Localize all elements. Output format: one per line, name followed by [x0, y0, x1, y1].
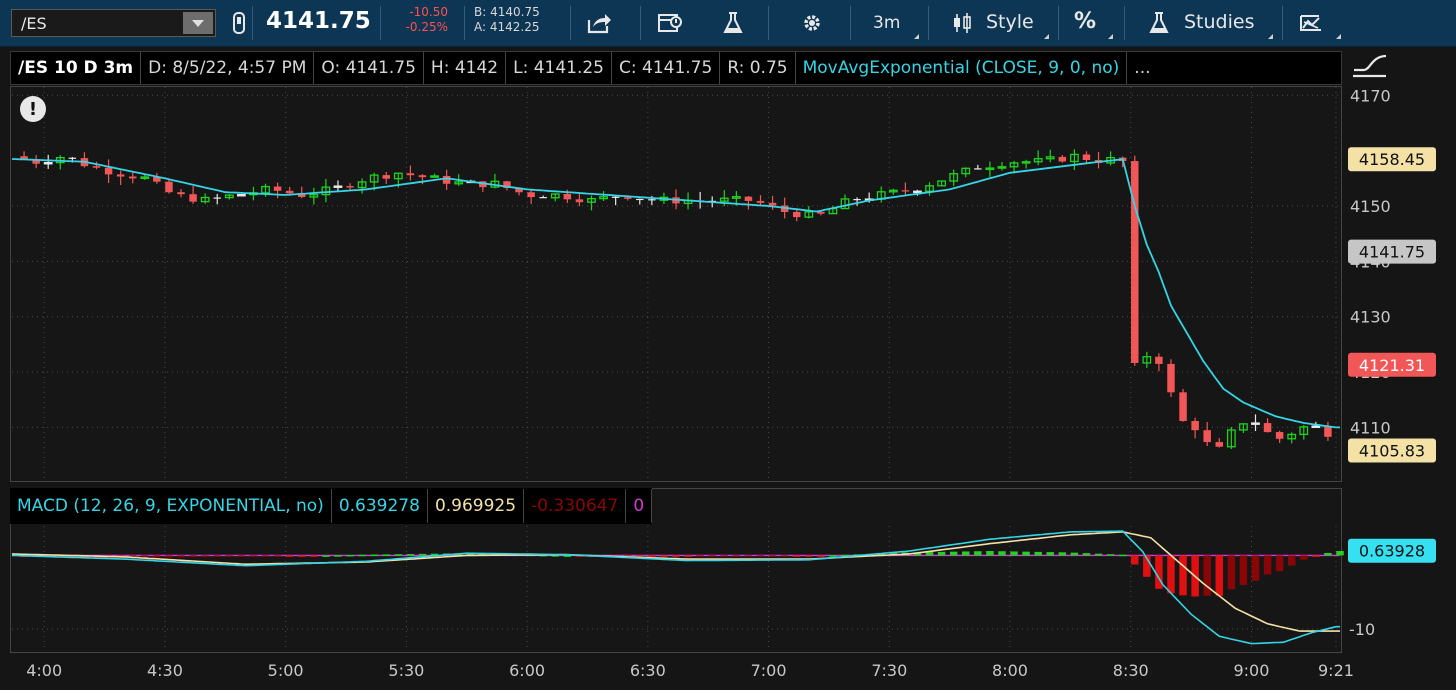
symbol-input[interactable]: /ES [11, 9, 216, 37]
bar-close: C: 4141.75 [612, 52, 721, 84]
price-bubble-bg [1348, 239, 1436, 264]
price-axis-label: 4170 [1350, 86, 1391, 105]
time-axis-label: 5:30 [388, 661, 424, 680]
candlestick-style-icon[interactable] [947, 8, 977, 38]
bid-price: B: 4140.75 [474, 5, 540, 19]
bar-high: H: 4142 [424, 52, 507, 84]
symbol-dropdown-button[interactable] [183, 12, 213, 34]
separator [640, 6, 641, 40]
separator [570, 6, 571, 40]
symbol-text: /ES [21, 14, 47, 33]
macd-diff: -0.330647 [524, 489, 627, 523]
bar-range: R: 0.75 [720, 52, 796, 84]
gear-icon[interactable] [797, 8, 827, 38]
price-bubble: 4121.31 [1348, 352, 1436, 377]
price-bubble: 4158.45 [1348, 147, 1436, 172]
net-change: -10.50 -0.25% [388, 5, 448, 35]
price-axis-label: 4150 [1350, 197, 1391, 216]
separator [464, 6, 465, 40]
ema-study-label[interactable]: MovAvgExponential (CLOSE, 9, 0, no) [796, 52, 1128, 84]
time-axis-label: 7:30 [871, 661, 907, 680]
price-axis-label: 4130 [1350, 308, 1391, 327]
separator [928, 6, 929, 40]
separator [1058, 6, 1059, 40]
macd-bubble: 0.63928 [1348, 538, 1436, 563]
price-axis-label: 4120 [1350, 363, 1391, 382]
price-bubble: 4141.75 [1348, 239, 1436, 264]
macd-avg: 0.969925 [428, 489, 525, 523]
time-axis-label: 7:00 [751, 661, 787, 680]
dropdown-corner-icon [1336, 34, 1341, 39]
share-icon[interactable] [585, 8, 615, 38]
dropdown-corner-icon [1268, 34, 1273, 39]
collapse-panel-icon[interactable] [1350, 50, 1390, 80]
separator [252, 6, 253, 40]
dropdown-corner-icon [914, 34, 919, 39]
studies-flask-icon[interactable] [1144, 8, 1174, 38]
price-bubble-bg [1348, 147, 1436, 172]
price-chart-panel[interactable] [10, 86, 1342, 482]
separator [768, 6, 769, 40]
studies-menu[interactable]: Studies [1184, 11, 1254, 33]
price-bubble-label: 4141.75 [1359, 243, 1425, 262]
macd-bubble-bg [1348, 538, 1436, 563]
toolbar: /ES 4141.75 -10.50 -0.25% B: 4140.75 A: … [0, 0, 1456, 47]
separator [1282, 6, 1283, 40]
price-bubble-label: 4158.45 [1359, 150, 1425, 169]
alert-icon[interactable]: ! [20, 96, 46, 122]
time-axis-label: 4:30 [147, 661, 183, 680]
flexible-grid-icon[interactable] [655, 8, 685, 38]
time-axis-label: 9:00 [1233, 661, 1269, 680]
bar-date: D: 8/5/22, 4:57 PM [141, 52, 315, 84]
macd-axis-label: -10 [1349, 620, 1375, 639]
chart-header: /ES 10 D 3m D: 8/5/22, 4:57 PM O: 4141.7… [10, 51, 1342, 85]
chevron-down-icon [192, 19, 204, 27]
price-bubble-label: 4121.31 [1359, 356, 1425, 375]
net-change-percent: -0.25% [405, 20, 448, 34]
drawings-icon[interactable] [1296, 8, 1326, 38]
bar-open: O: 4141.75 [314, 52, 424, 84]
macd-header: MACD (12, 26, 9, EXPONENTIAL, no) 0.6392… [10, 488, 653, 524]
time-axis-label: 5:00 [268, 661, 304, 680]
macd-title[interactable]: MACD (12, 26, 9, EXPONENTIAL, no) [10, 489, 332, 523]
dropdown-corner-icon [1044, 34, 1049, 39]
chart-title[interactable]: /ES 10 D 3m [11, 52, 142, 84]
timeframe-selector[interactable]: 3m [873, 13, 900, 33]
style-menu[interactable]: Style [986, 11, 1034, 33]
last-price: 4141.75 [266, 8, 371, 34]
separator [850, 6, 851, 40]
more-studies[interactable]: ... [1127, 52, 1157, 84]
time-axis-label: 6:00 [509, 661, 545, 680]
macd-zero: 0 [626, 489, 653, 523]
separator [380, 6, 381, 40]
price-bubble-label: 4105.83 [1359, 441, 1425, 460]
time-axis-label: 4:00 [26, 661, 62, 680]
separator [1124, 6, 1125, 40]
macd-value: 0.639278 [332, 489, 428, 523]
time-axis-label: 8:30 [1113, 661, 1149, 680]
bid-ask: B: 4140.75 A: 4142.25 [474, 5, 540, 35]
bar-low: L: 4141.25 [506, 52, 612, 84]
flask-icon[interactable] [718, 8, 748, 38]
price-bubble: 4105.83 [1348, 438, 1436, 463]
price-axis-label: 4110 [1350, 418, 1391, 437]
macd-bubble-label: 0.63928 [1359, 542, 1425, 561]
net-change-value: -10.50 [409, 5, 448, 19]
percent-toggle[interactable]: % [1074, 9, 1096, 34]
time-axis-label: 9:21 [1318, 661, 1354, 680]
link-icon[interactable] [224, 8, 254, 38]
price-axis-label: 4140 [1350, 252, 1391, 271]
price-bubble-bg [1348, 438, 1436, 463]
price-bubble-bg [1348, 352, 1436, 377]
time-axis-label: 8:00 [992, 661, 1028, 680]
dropdown-corner-icon [1108, 34, 1113, 39]
ask-price: A: 4142.25 [474, 20, 540, 34]
time-axis-label: 6:30 [630, 661, 666, 680]
